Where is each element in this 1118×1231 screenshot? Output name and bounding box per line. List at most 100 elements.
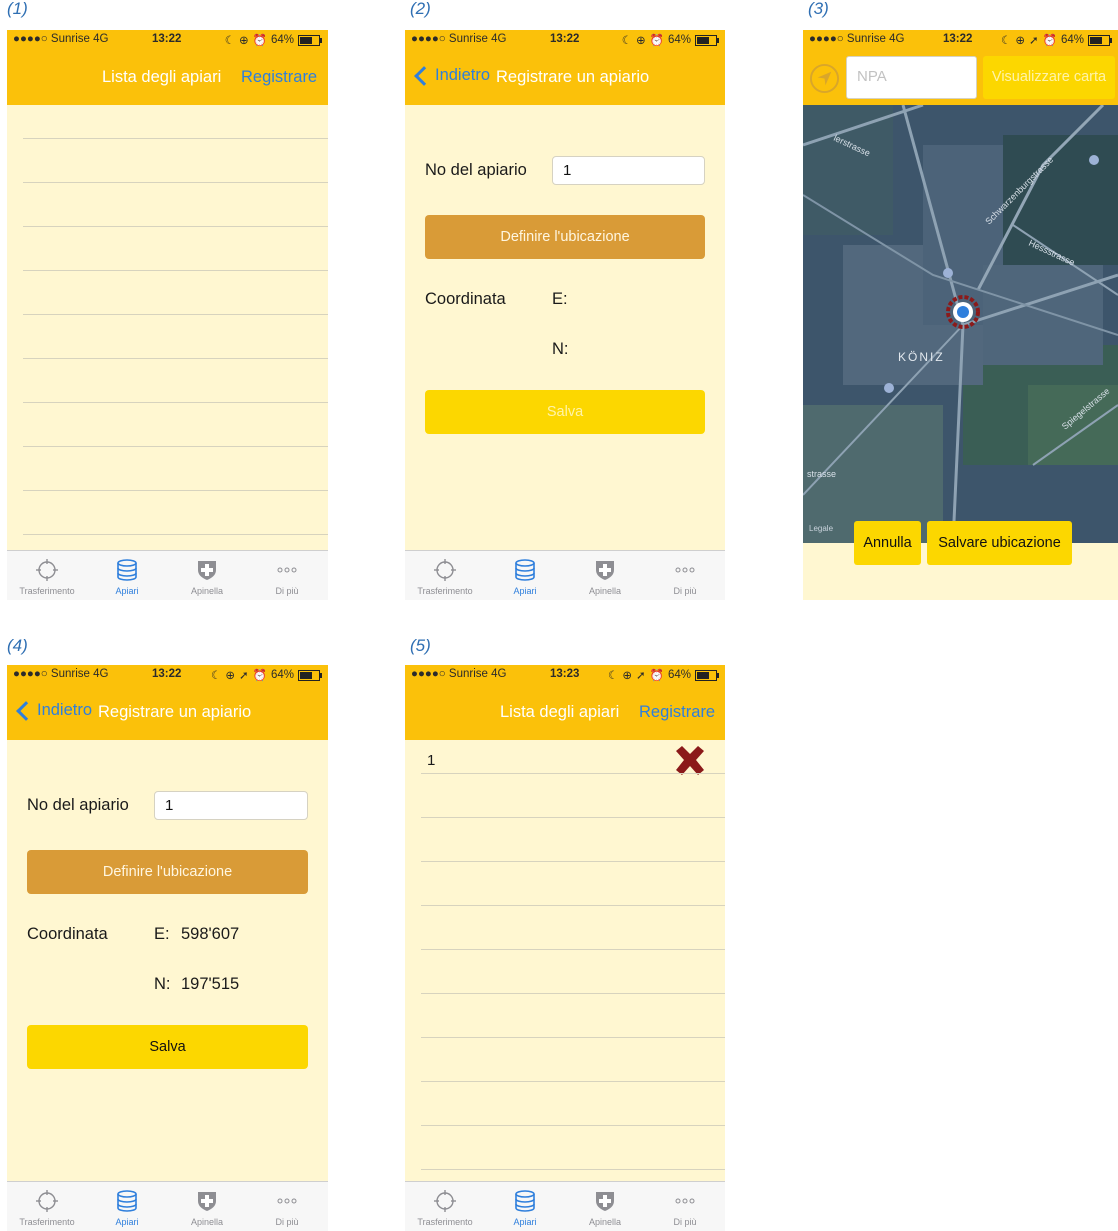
crosshair-icon [36,559,58,581]
tab-di-piu[interactable]: Di più [645,1182,725,1231]
apiary-number-field[interactable]: 1 [552,156,705,185]
crosshair-icon [434,559,456,581]
database-icon [515,1190,535,1212]
tab-di-piu[interactable]: Di più [247,1182,327,1231]
carrier-label: ●●●●○ Sunrise 4G [809,33,905,45]
status-right: ☾ ⊕ ➚ ⏰ 64% [608,668,719,682]
crosshair-icon [36,1190,58,1212]
location-arrow-icon: ➚ [636,670,646,682]
location-arrow-icon: ➚ [1029,35,1039,47]
clock: 13:22 [152,668,182,680]
nav-bar: Indietro Registrare un apiario [7,686,328,740]
apiary-number-field[interactable]: 1 [154,791,308,820]
register-button[interactable]: Registrare [639,703,715,722]
tab-label: Apiari [115,1217,139,1227]
list-separator [421,1125,725,1126]
back-button[interactable]: Indietro [413,65,491,86]
battery-icon [1088,34,1112,46]
carrier-label: ●●●●○ Sunrise 4G [411,33,507,45]
more-dots-icon [277,1198,297,1204]
tab-label: Apinella [588,586,622,596]
register-button[interactable]: Registrare [241,68,317,87]
coordinate-n-value: 197'515 [181,975,240,993]
tab-apiari[interactable]: Apiari [485,551,565,600]
database-icon [515,559,535,581]
screen-apiary-list-filled: ●●●●○ Sunrise 4G 13:23 ☾ ⊕ ➚ ⏰ 64% Lista… [405,665,725,1231]
tab-label: Di più [275,586,299,596]
npa-input[interactable]: NPA [846,56,977,99]
caption-4: (4) [7,636,28,655]
map-toolbar: NPA Visualizzare carta [803,51,1118,105]
screen-map: ●●●●○ Sunrise 4G 13:22 ☾ ⊕ ➚ ⏰ 64% NPA V… [803,30,1118,600]
tab-trasferimento[interactable]: Trasferimento [405,551,485,600]
battery-percent: 64% [1060,34,1084,46]
tab-apiari[interactable]: Apiari [485,1182,565,1231]
tab-trasferimento[interactable]: Trasferimento [7,551,87,600]
carrier-label: ●●●●○ Sunrise 4G [411,668,507,680]
battery-percent: 64% [270,669,294,681]
tab-label: Di più [275,1217,299,1227]
screen-register-empty: ●●●●○ Sunrise 4G 13:22 ☾ ⊕ ⏰ 64% Indietr… [405,30,725,600]
carrier-label: ●●●●○ Sunrise 4G [13,33,109,45]
tab-label: Apiari [513,1217,537,1227]
battery-percent: 64% [270,34,294,46]
tab-label: Trasferimento [19,586,75,596]
tab-apinella[interactable]: Apinella [565,1182,645,1231]
tab-label: Di più [673,1217,697,1227]
tab-apiari[interactable]: Apiari [87,551,167,600]
caption-3: (3) [808,0,829,18]
save-button[interactable]: Salva [27,1025,308,1069]
alarm-icon: ⏰ [1042,35,1057,47]
alarm-icon: ⏰ [252,35,267,47]
lock-rotation-icon: ⊕ [239,35,249,47]
clock: 13:22 [550,33,580,45]
status-right: ☾ ⊕ ⏰ 64% [225,33,322,47]
swiss-shield-icon [596,1192,614,1211]
battery-icon [695,669,719,681]
define-location-button[interactable]: Definire l'ubicazione [27,850,308,894]
list-separator [23,226,328,227]
list-separator [23,534,328,535]
list-separator [23,138,328,139]
list-separator [421,817,725,818]
coordinate-n-label: N: [154,975,171,993]
list-separator [23,270,328,271]
clock: 13:23 [550,668,580,680]
tab-trasferimento[interactable]: Trasferimento [7,1182,87,1231]
save-location-button[interactable]: Salvare ubicazione [927,521,1072,565]
locate-me-icon[interactable] [809,63,840,94]
lock-rotation-icon: ⊕ [1015,35,1025,47]
show-map-button[interactable]: Visualizzare carta [983,56,1115,99]
tab-di-piu[interactable]: Di più [645,551,725,600]
list-separator [23,314,328,315]
tab-di-piu[interactable]: Di più [247,551,327,600]
back-button[interactable]: Indietro [15,700,92,721]
tab-apinella[interactable]: Apinella [167,1182,247,1231]
list-separator [421,1081,725,1082]
status-bar: ●●●●○ Sunrise 4G 13:22 ☾ ⊕ ⏰ 64% [405,30,725,51]
clock: 13:22 [943,33,973,45]
tab-apinella[interactable]: Apinella [565,551,645,600]
apiary-number-label: No del apiario [425,161,527,179]
status-bar: ●●●●○ Sunrise 4G 13:22 ☾ ⊕ ➚ ⏰ 64% [7,665,328,686]
tab-apiari[interactable]: Apiari [87,1182,167,1231]
moon-icon: ☾ [621,35,632,47]
save-button-disabled[interactable]: Salva [425,390,705,434]
status-right: ☾ ⊕ ➚ ⏰ 64% [1001,33,1112,47]
street-label: strasse [807,469,836,479]
tab-bar: Trasferimento Apiari Apinella Di più [405,550,725,600]
tab-trasferimento[interactable]: Trasferimento [405,1182,485,1231]
alarm-icon: ⏰ [252,670,267,682]
list-item[interactable]: 1 [405,740,725,783]
define-location-button[interactable]: Definire l'ubicazione [425,215,705,259]
satellite-map[interactable]: lerstrasse Schwarzenburgstrasse Hessstra… [803,105,1118,543]
cancel-button[interactable]: Annulla [854,521,921,565]
battery-percent: 64% [667,34,691,46]
tab-apinella[interactable]: Apinella [167,551,247,600]
moon-icon: ☾ [1001,35,1012,47]
nav-title: Lista degli apiari [500,703,620,721]
town-label: KÖNIZ [898,350,945,364]
moon-icon: ☾ [608,670,619,682]
back-label: Indietro [435,66,491,84]
list-separator [23,182,328,183]
